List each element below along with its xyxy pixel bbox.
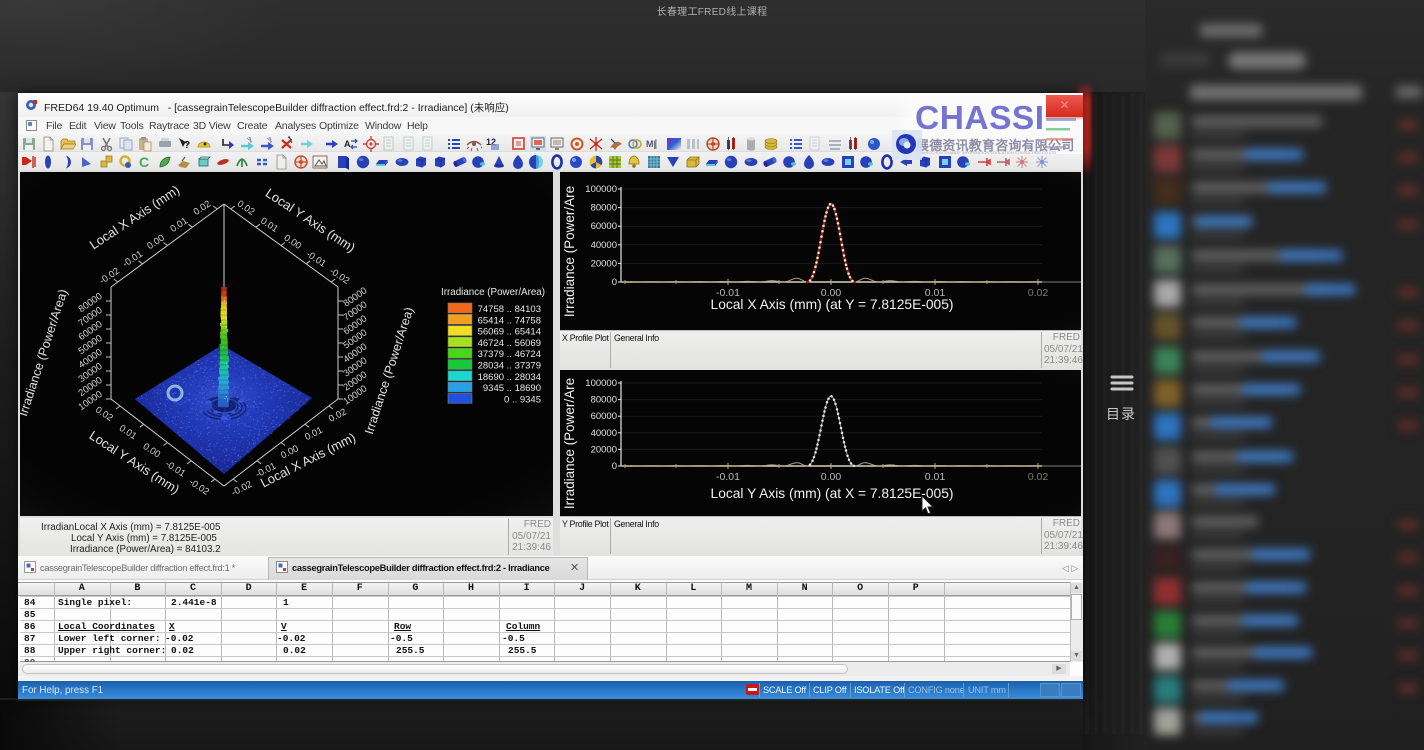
svg-text:40000: 40000 xyxy=(591,428,617,439)
svg-text:28034 .. 37379: 28034 .. 37379 xyxy=(478,361,541,372)
svg-text:20000: 20000 xyxy=(591,258,617,269)
svg-text:18690 .. 28034: 18690 .. 28034 xyxy=(478,372,541,383)
svg-text:0: 0 xyxy=(612,461,617,472)
svg-text:56069 .. 65414: 56069 .. 65414 xyxy=(478,327,541,338)
svg-text:9345 .. 18690: 9345 .. 18690 xyxy=(483,383,541,394)
svg-text:Local Y Axis (mm) (at X = 7.81: Local Y Axis (mm) (at X = 7.8125E-005) xyxy=(711,486,954,501)
svg-text:0.02: 0.02 xyxy=(1028,287,1049,299)
svg-text:100000: 100000 xyxy=(585,378,617,389)
svg-text:20000: 20000 xyxy=(591,444,617,455)
svg-text:37379 .. 46724: 37379 .. 46724 xyxy=(478,349,541,360)
svg-text:0.01: 0.01 xyxy=(925,471,946,483)
svg-text:100000: 100000 xyxy=(585,184,617,195)
svg-text:?: ? xyxy=(184,140,190,151)
svg-text:0: 0 xyxy=(612,277,617,288)
svg-text:46724 .. 56069: 46724 .. 56069 xyxy=(478,338,541,349)
svg-text:80000: 80000 xyxy=(591,203,617,214)
svg-text:80000: 80000 xyxy=(591,395,617,406)
svg-text:M|: M| xyxy=(646,139,656,149)
svg-text:C: C xyxy=(139,154,149,170)
svg-text:60000: 60000 xyxy=(591,411,617,422)
svg-text:60000: 60000 xyxy=(591,221,617,232)
svg-text:Irradiance (Power/Area): Irradiance (Power/Area) xyxy=(441,287,545,298)
svg-text:65414 .. 74758: 65414 .. 74758 xyxy=(478,315,541,326)
svg-text:74758 .. 84103: 74758 .. 84103 xyxy=(478,304,541,315)
svg-text:-0.01: -0.01 xyxy=(716,471,740,483)
svg-text:A: A xyxy=(344,139,351,149)
svg-text:Local X Axis (mm) (at Y = 7.81: Local X Axis (mm) (at Y = 7.8125E-005) xyxy=(711,297,954,312)
svg-text:0 .. 9345: 0 .. 9345 xyxy=(504,394,541,405)
svg-text:40000: 40000 xyxy=(591,240,617,251)
svg-text:0.00: 0.00 xyxy=(821,471,842,483)
svg-text:0.02: 0.02 xyxy=(1028,471,1049,483)
